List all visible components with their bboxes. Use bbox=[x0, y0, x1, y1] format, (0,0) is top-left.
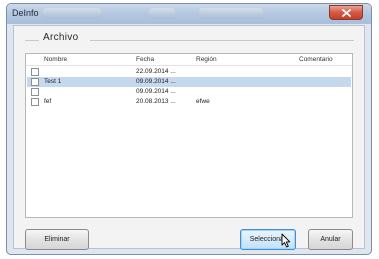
checkbox-icon[interactable] bbox=[31, 68, 39, 76]
group-border-left bbox=[25, 40, 39, 41]
window-title: DeInfo bbox=[12, 8, 39, 18]
list-row[interactable]: 09.09.2014 ... bbox=[27, 87, 351, 97]
cell-nombre: Test 1 bbox=[44, 78, 62, 85]
column-header-comentario[interactable]: Comentario bbox=[299, 56, 333, 63]
close-button[interactable] bbox=[329, 5, 363, 20]
anular-button[interactable]: Anular bbox=[308, 229, 353, 250]
cell-nombre: fef bbox=[44, 98, 52, 105]
group-title: Archivo bbox=[43, 32, 79, 43]
list-header: Nombre Fecha Región Comentario bbox=[26, 54, 352, 66]
column-header-region[interactable]: Región bbox=[196, 56, 217, 63]
blurred-background-strip bbox=[199, 8, 263, 19]
checkbox-icon[interactable] bbox=[31, 78, 39, 86]
eliminar-button[interactable]: Eliminar bbox=[25, 229, 89, 250]
cell-fecha: 09.09.2014 ... bbox=[136, 78, 176, 85]
group-border-right bbox=[90, 40, 354, 41]
column-header-fecha[interactable]: Fecha bbox=[136, 56, 154, 63]
list-row[interactable]: fef 20.08.2013 ... efwe bbox=[27, 97, 351, 107]
title-bar[interactable]: DeInfo bbox=[7, 4, 371, 24]
checkbox-icon[interactable] bbox=[31, 98, 39, 106]
cell-fecha: 09.09.2014 ... bbox=[136, 88, 176, 95]
blurred-background-strip bbox=[149, 8, 175, 19]
checkbox-icon[interactable] bbox=[31, 88, 39, 96]
archive-list[interactable]: Nombre Fecha Región Comentario 22.09.201… bbox=[25, 53, 353, 218]
mouse-pointer-icon bbox=[281, 233, 291, 253]
blurred-background-strip bbox=[43, 8, 101, 19]
cell-region: efwe bbox=[196, 98, 210, 105]
list-row[interactable]: 22.09.2014 ... bbox=[27, 67, 351, 77]
cell-fecha: 22.09.2014 ... bbox=[136, 68, 176, 75]
cell-fecha: 20.08.2013 ... bbox=[136, 98, 176, 105]
list-row-selected[interactable]: Test 1 09.09.2014 ... bbox=[27, 77, 351, 87]
dialog-body: Archivo Nombre Fecha Región Comentario 2… bbox=[13, 25, 365, 250]
column-header-nombre[interactable]: Nombre bbox=[44, 56, 67, 63]
deinfo-dialog: DeInfo Archivo Nombre Fecha Región Comen… bbox=[6, 3, 372, 255]
